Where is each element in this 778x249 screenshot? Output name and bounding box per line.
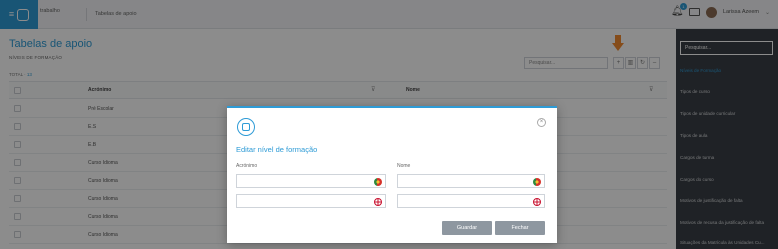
label-nome: Nome xyxy=(397,163,411,169)
acronimo-pt-input[interactable] xyxy=(236,174,386,188)
nome-pt-input[interactable] xyxy=(397,174,545,188)
portugal-flag-icon xyxy=(533,178,541,186)
modal-title: Editar nível de formação xyxy=(236,145,318,154)
nome-en-input[interactable] xyxy=(397,194,545,208)
uk-flag-icon xyxy=(374,198,382,206)
app-logo-icon xyxy=(237,118,255,136)
portugal-flag-icon xyxy=(374,178,382,186)
acronimo-en-input[interactable] xyxy=(236,194,386,208)
save-button[interactable]: Guardar xyxy=(442,221,492,235)
uk-flag-icon xyxy=(533,198,541,206)
close-button[interactable]: Fechar xyxy=(495,221,545,235)
edit-modal: × Editar nível de formação Acrónimo Nome… xyxy=(227,106,557,243)
close-icon[interactable]: × xyxy=(537,118,546,127)
label-acronimo: Acrónimo xyxy=(236,163,258,169)
